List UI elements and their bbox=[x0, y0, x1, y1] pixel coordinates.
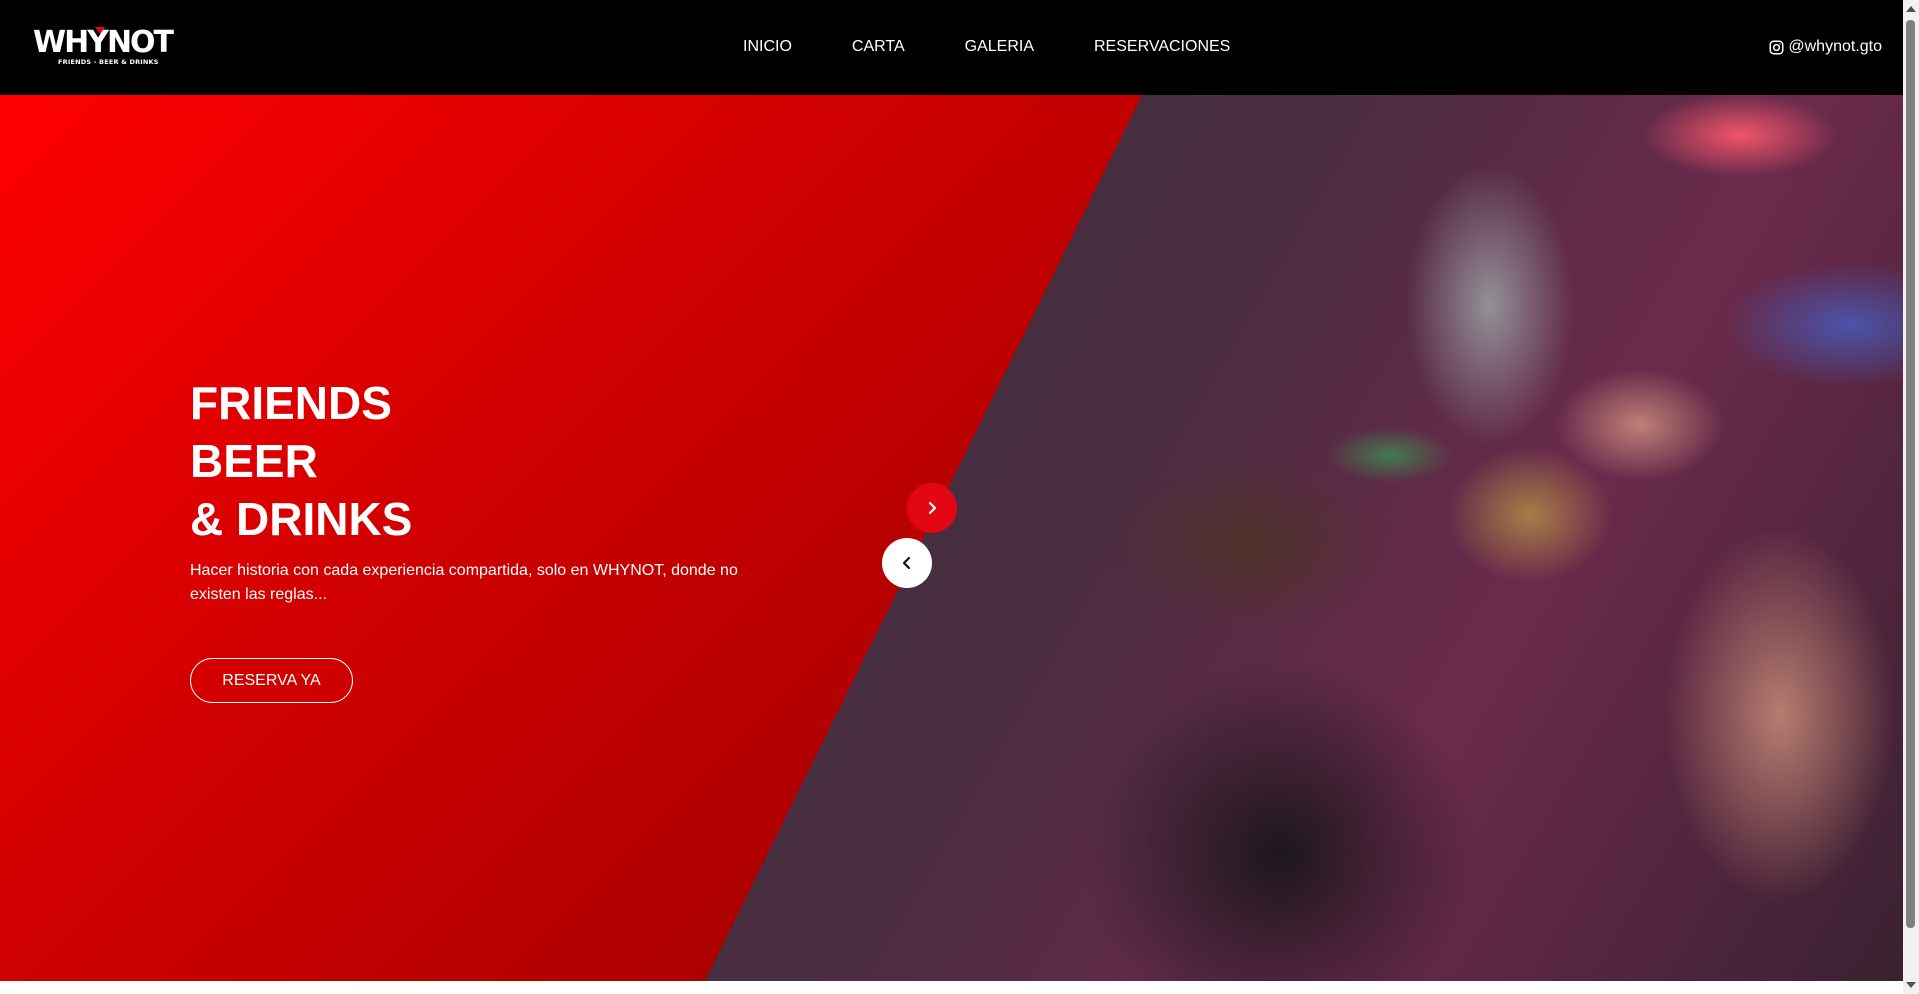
reserva-ya-button[interactable]: RESERVA YA bbox=[190, 658, 353, 703]
scrollbar-thumb[interactable] bbox=[1906, 20, 1915, 928]
logo-tagline: FRIENDS - BEER & DRINKS bbox=[58, 58, 159, 66]
scroll-up-icon[interactable] bbox=[1906, 6, 1916, 12]
hero-title-line-2: BEER bbox=[190, 435, 318, 487]
chevron-right-icon bbox=[928, 501, 937, 515]
page-scrollbar[interactable] bbox=[1903, 0, 1919, 994]
slider-next-button[interactable] bbox=[907, 483, 957, 533]
nav-item-inicio[interactable]: INICIO bbox=[743, 37, 792, 57]
site-logo[interactable]: WHYNOT FRIENDS - BEER & DRINKS bbox=[33, 25, 174, 67]
hero-description: Hacer historia con cada experiencia comp… bbox=[190, 562, 738, 603]
instagram-handle: @whynot.gto bbox=[1788, 38, 1882, 55]
nav-item-galeria[interactable]: GALERIA bbox=[965, 37, 1034, 57]
hero-slider: FRIENDS BEER & DRINKS Hacer historia con… bbox=[0, 95, 1903, 981]
hero-title-line-3: & DRINKS bbox=[190, 493, 413, 545]
logo-heart-mark: Y bbox=[87, 25, 109, 60]
hero-title-line-1: FRIENDS bbox=[190, 377, 392, 429]
main-nav: INICIO CARTA GALERIA RESERVACIONES bbox=[743, 37, 1230, 57]
instagram-link[interactable]: @whynot.gto bbox=[1769, 37, 1882, 57]
nav-item-carta[interactable]: CARTA bbox=[852, 37, 905, 57]
hero-title: FRIENDS BEER & DRINKS bbox=[190, 374, 412, 548]
next-section-edge bbox=[0, 981, 1903, 994]
page: WHYNOT FRIENDS - BEER & DRINKS INICIO CA… bbox=[0, 0, 1919, 994]
instagram-icon bbox=[1769, 40, 1784, 54]
scroll-down-icon[interactable] bbox=[1906, 982, 1916, 988]
slider-prev-button[interactable] bbox=[882, 538, 932, 588]
site-header: WHYNOT FRIENDS - BEER & DRINKS INICIO CA… bbox=[0, 0, 1903, 95]
nav-item-reservaciones[interactable]: RESERVACIONES bbox=[1094, 37, 1230, 57]
chevron-left-icon bbox=[902, 556, 911, 570]
logo-wordmark: WHYNOT bbox=[33, 25, 174, 60]
